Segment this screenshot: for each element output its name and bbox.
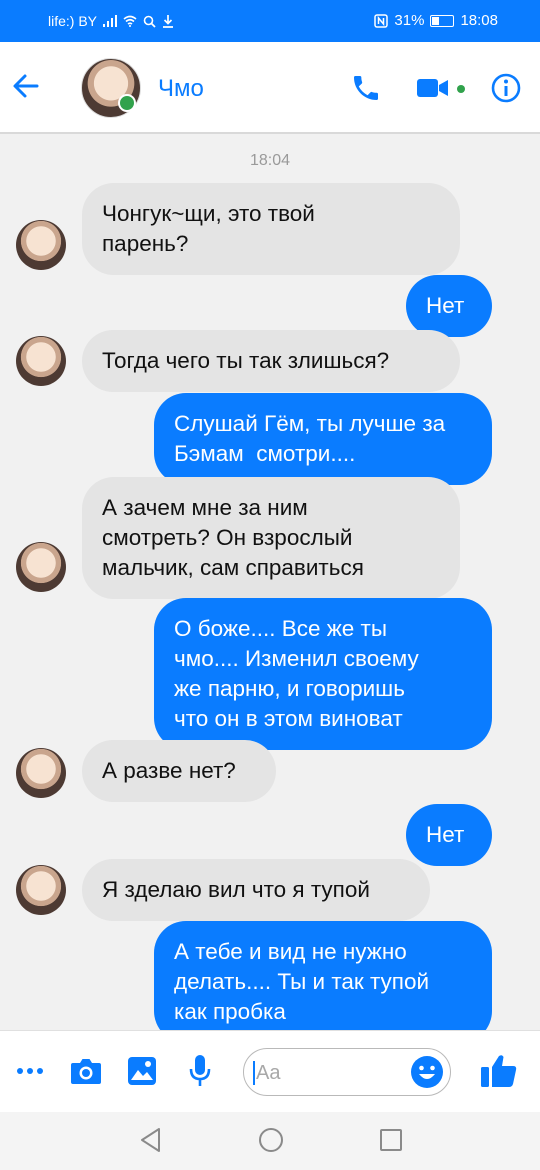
incoming-message[interactable]: А разве нет? bbox=[82, 740, 276, 802]
nav-home-icon[interactable] bbox=[257, 1126, 285, 1154]
outgoing-message[interactable]: Слушай Гём, ты лучше за Бэмам смотри.... bbox=[154, 393, 492, 485]
message-input[interactable] bbox=[254, 1058, 408, 1088]
incoming-message[interactable]: Чонгук~щи, это твой парень? bbox=[82, 183, 460, 275]
camera-icon[interactable] bbox=[70, 1056, 102, 1086]
online-status-dot bbox=[118, 94, 136, 112]
message-line: А зачем мне за ним bbox=[102, 495, 308, 520]
message-line: Нет bbox=[426, 822, 465, 847]
thumbs-up-icon[interactable] bbox=[480, 1053, 518, 1089]
sender-avatar[interactable] bbox=[16, 336, 66, 386]
message-line: же парню, и говоришь bbox=[174, 676, 405, 701]
wifi-icon bbox=[123, 15, 137, 27]
message-composer bbox=[0, 1030, 540, 1113]
message-line: как пробка bbox=[174, 999, 286, 1024]
message-line: смотреть? Он взрослый bbox=[102, 525, 353, 550]
message-list: 18:04 Чонгук~щи, это твой парень? Нет Тогда… bbox=[0, 134, 540, 1043]
emoji-icon[interactable] bbox=[410, 1055, 444, 1089]
message-input-box[interactable] bbox=[243, 1048, 451, 1096]
more-icon[interactable] bbox=[16, 1063, 44, 1079]
message-line: Слушай Гём, ты лучше за bbox=[174, 411, 446, 436]
message-line: А разве нет? bbox=[102, 758, 236, 783]
image-icon[interactable] bbox=[127, 1056, 157, 1086]
message-line: мальчик, сам справиться bbox=[102, 555, 364, 580]
message-line: Нет bbox=[426, 293, 465, 318]
download-icon bbox=[163, 15, 174, 28]
message-line: Тогда чего ты так злишься? bbox=[102, 348, 390, 373]
incoming-message[interactable]: Тогда чего ты так злишься? bbox=[82, 330, 460, 392]
microphone-icon[interactable] bbox=[189, 1054, 211, 1088]
status-left: life:) BY bbox=[48, 13, 174, 29]
search-icon bbox=[143, 15, 156, 28]
sender-avatar[interactable] bbox=[16, 748, 66, 798]
carrier-label: life:) BY bbox=[48, 13, 98, 29]
incoming-message[interactable]: А зачем мне за ним смотреть? Он взрослый м… bbox=[82, 477, 460, 599]
message-line: А тебе и вид не нужно bbox=[174, 939, 407, 964]
video-camera-icon[interactable] bbox=[416, 76, 450, 100]
system-nav-bar bbox=[0, 1112, 540, 1170]
outgoing-message[interactable]: А тебе и вид не нужно делать.... Ты и так… bbox=[154, 921, 492, 1043]
message-line: парень? bbox=[102, 231, 189, 256]
sender-avatar[interactable] bbox=[16, 865, 66, 915]
battery-icon bbox=[430, 14, 455, 27]
info-icon[interactable] bbox=[490, 72, 522, 104]
phone-icon[interactable] bbox=[350, 72, 382, 104]
message-line: чмо.... Изменил своему bbox=[174, 646, 419, 671]
message-line: Я зделаю вил что я тупой bbox=[102, 877, 370, 902]
back-arrow-icon[interactable] bbox=[12, 72, 40, 100]
contact-name[interactable]: Чмо bbox=[158, 75, 204, 103]
chat-timestamp: 18:04 bbox=[249, 152, 291, 169]
outgoing-message[interactable]: Нет bbox=[406, 804, 492, 866]
incoming-message[interactable]: Я зделаю вил что я тупой bbox=[82, 859, 430, 921]
nfc-icon bbox=[374, 13, 389, 28]
outgoing-message[interactable]: Нет bbox=[406, 275, 492, 337]
signal-icon bbox=[103, 15, 118, 27]
sender-avatar[interactable] bbox=[16, 220, 66, 270]
status-time: 18:08 bbox=[460, 12, 498, 29]
message-line: Бэмам смотри.... bbox=[174, 441, 356, 466]
video-active-dot bbox=[457, 85, 465, 93]
conversation-header: Чмо bbox=[0, 42, 540, 134]
outgoing-message[interactable]: О боже.... Все же ты чмо.... Изменил свое… bbox=[154, 598, 492, 750]
status-bar: life:) BY 31% 18:08 bbox=[0, 0, 540, 42]
message-line: О боже.... Все же ты bbox=[174, 616, 388, 641]
message-line: делать.... Ты и так тупой bbox=[174, 969, 430, 994]
nav-back-icon[interactable] bbox=[138, 1126, 162, 1154]
nav-recents-icon[interactable] bbox=[378, 1126, 404, 1154]
status-right: 31% 18:08 bbox=[374, 12, 498, 29]
sender-avatar[interactable] bbox=[16, 542, 66, 592]
message-line: Чонгук~щи, это твой bbox=[102, 201, 315, 226]
message-line: что он в этом виноват bbox=[174, 706, 403, 731]
battery-percent: 31% bbox=[394, 12, 425, 29]
